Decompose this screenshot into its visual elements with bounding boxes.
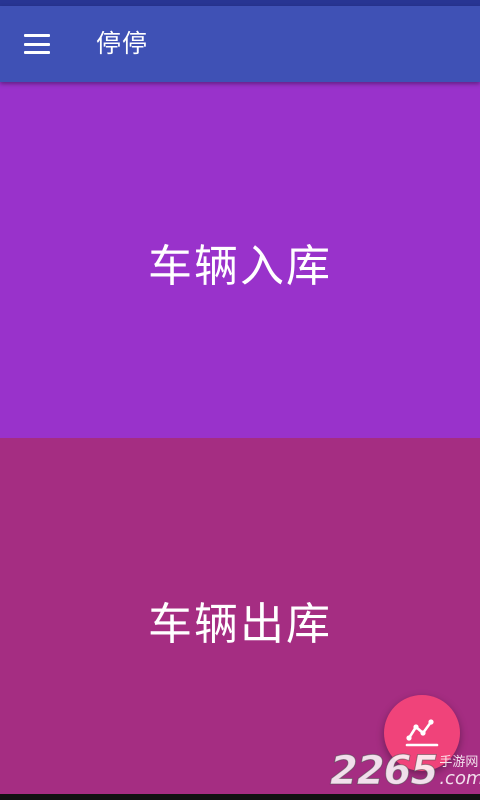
vehicle-entry-button[interactable]: 车辆入库 — [0, 82, 480, 438]
line-chart-icon — [405, 719, 439, 747]
hamburger-menu-icon — [24, 34, 50, 54]
app-bar: 停停 — [0, 6, 480, 82]
vehicle-entry-label: 车辆入库 — [148, 241, 332, 292]
stats-fab-button[interactable] — [384, 695, 460, 771]
page-title: 停停 — [96, 29, 149, 58]
menu-button[interactable] — [14, 22, 60, 66]
vehicle-exit-label: 车辆出库 — [148, 599, 332, 650]
app-screen: 停停 车辆入库 车辆出库 2265 手游网 .com — [0, 0, 480, 800]
bottom-edge — [0, 794, 480, 800]
